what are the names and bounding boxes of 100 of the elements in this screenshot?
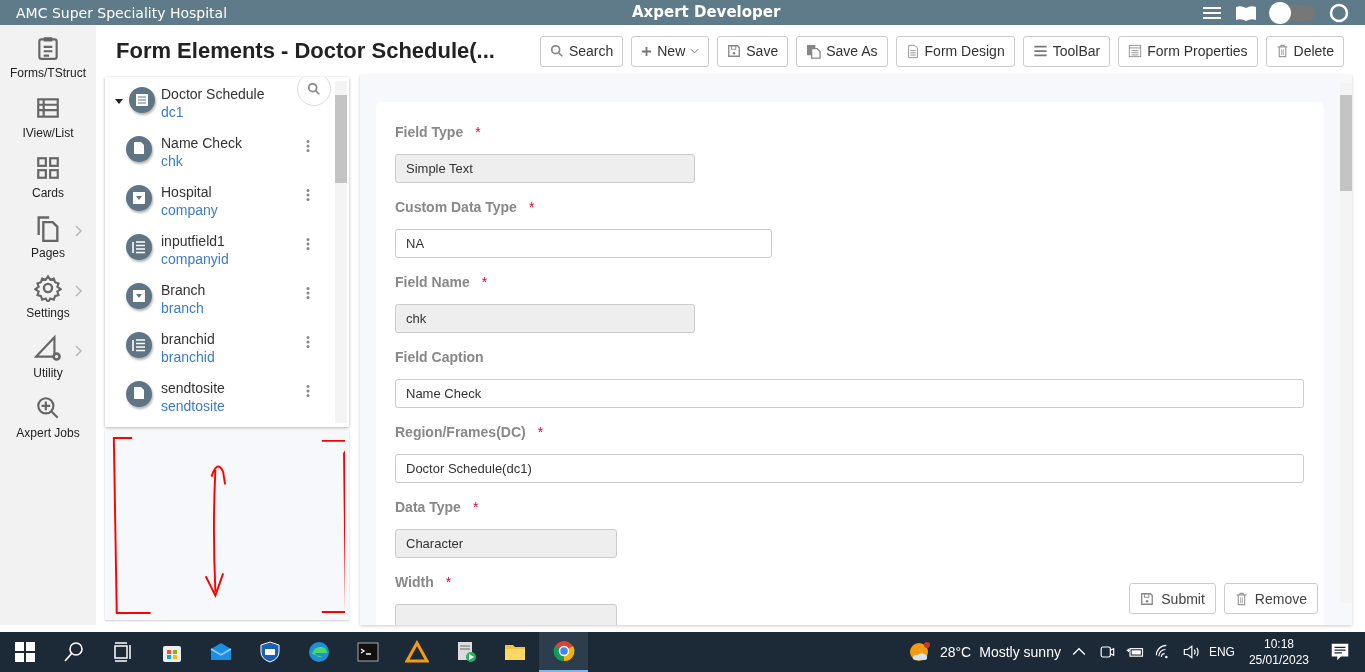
- field-label: Field Name: [395, 274, 470, 290]
- field-label: Region/Frames(DC): [395, 424, 526, 440]
- language-indicator[interactable]: ENG: [1208, 645, 1235, 659]
- node-name: company: [161, 202, 218, 218]
- field-label: Field Caption: [395, 349, 484, 365]
- input-field[interactable]: NA: [395, 229, 772, 258]
- required-mark: *: [445, 574, 452, 590]
- node-name: branch: [161, 300, 205, 316]
- shield-icon[interactable]: [257, 640, 282, 664]
- browser-icon[interactable]: [306, 640, 331, 664]
- document-icon: [905, 43, 920, 59]
- form-button[interactable]: Submit: [1129, 583, 1216, 614]
- toolbar-button[interactable]: Form Design: [895, 35, 1015, 67]
- field-label: Width: [395, 574, 434, 590]
- toolbar-button[interactable]: Save: [717, 35, 789, 67]
- sidebar-item[interactable]: Settings: [0, 273, 96, 320]
- form-node-icon: [128, 86, 156, 114]
- field-label: Field Type: [395, 124, 464, 140]
- node-label: Name Check: [161, 135, 242, 151]
- sidebar-item[interactable]: IView/List: [0, 93, 96, 140]
- toolbar-button[interactable]: New: [631, 35, 710, 67]
- required-mark: *: [537, 424, 544, 440]
- terminal-icon[interactable]: [355, 640, 380, 664]
- toggle-switch[interactable]: [1271, 4, 1315, 21]
- weather-icon[interactable]: [907, 640, 932, 664]
- field-label: Data Type: [395, 499, 461, 515]
- temperature[interactable]: 28°C: [939, 644, 972, 660]
- scrollbar[interactable]: [335, 81, 347, 423]
- required-mark: *: [475, 124, 481, 140]
- sidebar-item[interactable]: Utility: [0, 333, 96, 380]
- kebab-menu-icon[interactable]: [306, 336, 310, 348]
- tree-node[interactable]: Hospital company: [105, 175, 349, 224]
- toolbar-button[interactable]: Save As: [796, 35, 888, 67]
- node-name: sendtosite: [161, 398, 225, 414]
- node-label: branchid: [161, 331, 215, 347]
- tree-node[interactable]: sendtosite sendtosite: [105, 371, 349, 420]
- clock-date[interactable]: 25/01/2023: [1248, 652, 1309, 668]
- node-label: Hospital: [161, 184, 213, 200]
- menu-icon: [1032, 44, 1048, 58]
- form-icon: [1128, 44, 1143, 58]
- app-title: Axpert Developer: [632, 3, 781, 21]
- node-label: sendtosite: [161, 380, 225, 396]
- dropdown-node-icon: [125, 184, 153, 212]
- search-icon[interactable]: [61, 640, 86, 664]
- toolbar-button[interactable]: ToolBar: [1022, 35, 1111, 67]
- notifications-icon[interactable]: [1329, 641, 1351, 663]
- toolbar-button[interactable]: Form Properties: [1118, 35, 1258, 67]
- kebab-menu-icon[interactable]: [306, 140, 310, 152]
- document-node-icon: [125, 135, 153, 163]
- sidebar-item[interactable]: Axpert Jobs: [0, 393, 96, 440]
- menu-icon[interactable]: [1203, 5, 1221, 20]
- input-field[interactable]: Doctor Schedule(dc1): [395, 454, 1304, 483]
- kebab-menu-icon[interactable]: [306, 189, 310, 201]
- search-icon: [549, 44, 564, 58]
- search-button[interactable]: [297, 77, 331, 106]
- scrollbar[interactable]: [1340, 83, 1352, 603]
- kebab-menu-icon[interactable]: [306, 287, 310, 299]
- required-mark: *: [472, 499, 479, 515]
- node-label: inputfield1: [161, 233, 226, 249]
- required-mark: *: [528, 199, 535, 215]
- book-icon[interactable]: [1235, 4, 1257, 21]
- search-icon: [307, 82, 321, 96]
- list-icon: [35, 95, 61, 121]
- tree-node[interactable]: Branch branch: [105, 273, 349, 322]
- trash-icon: [1275, 44, 1289, 58]
- sidebar-item[interactable]: Forms/TStruct: [0, 33, 96, 80]
- tree-node[interactable]: Doctor Schedule dc1: [105, 77, 349, 126]
- sidebar-item[interactable]: Pages: [0, 213, 96, 260]
- tree-node[interactable]: Name Check chk: [105, 126, 349, 175]
- triangle-app-icon[interactable]: [404, 640, 429, 664]
- field-label: Custom Data Type: [395, 199, 517, 215]
- form-button[interactable]: Remove: [1223, 583, 1318, 614]
- list-node-icon: [125, 331, 153, 359]
- windows-icon[interactable]: [12, 640, 37, 664]
- weather-text[interactable]: Mostly sunny: [979, 644, 1061, 660]
- required-mark: *: [481, 274, 488, 290]
- clock-time[interactable]: 10:18: [1263, 636, 1294, 652]
- node-label: Branch: [161, 282, 206, 298]
- kebab-menu-icon[interactable]: [306, 385, 310, 397]
- sidebar-item[interactable]: Cards: [0, 153, 96, 200]
- copy-icon: [806, 43, 822, 59]
- toolbar-button[interactable]: Search: [539, 35, 624, 67]
- node-label: Doctor Schedule: [161, 86, 265, 102]
- node-name: chk: [161, 153, 184, 169]
- node-name: dc1: [161, 104, 185, 120]
- page-title: Form Elements - Doctor Schedule(...: [116, 38, 495, 64]
- tree-node[interactable]: inputfield1 companyid: [105, 224, 349, 273]
- tree-node[interactable]: branchid branchid: [105, 322, 349, 371]
- grid-icon: [35, 155, 61, 181]
- node-name: companyid: [161, 251, 229, 267]
- input-field[interactable]: Name Check: [395, 379, 1304, 408]
- triangle-gear-icon: [33, 333, 63, 363]
- kebab-menu-icon[interactable]: [306, 238, 310, 250]
- dropdown-node-icon: [125, 282, 153, 310]
- trash-icon: [1234, 591, 1248, 606]
- chrome-icon[interactable]: [551, 639, 576, 663]
- toolbar-button[interactable]: Delete: [1265, 35, 1344, 67]
- node-name: branchid: [161, 349, 215, 365]
- plus-icon: [641, 45, 653, 57]
- clipboard-icon: [35, 35, 61, 61]
